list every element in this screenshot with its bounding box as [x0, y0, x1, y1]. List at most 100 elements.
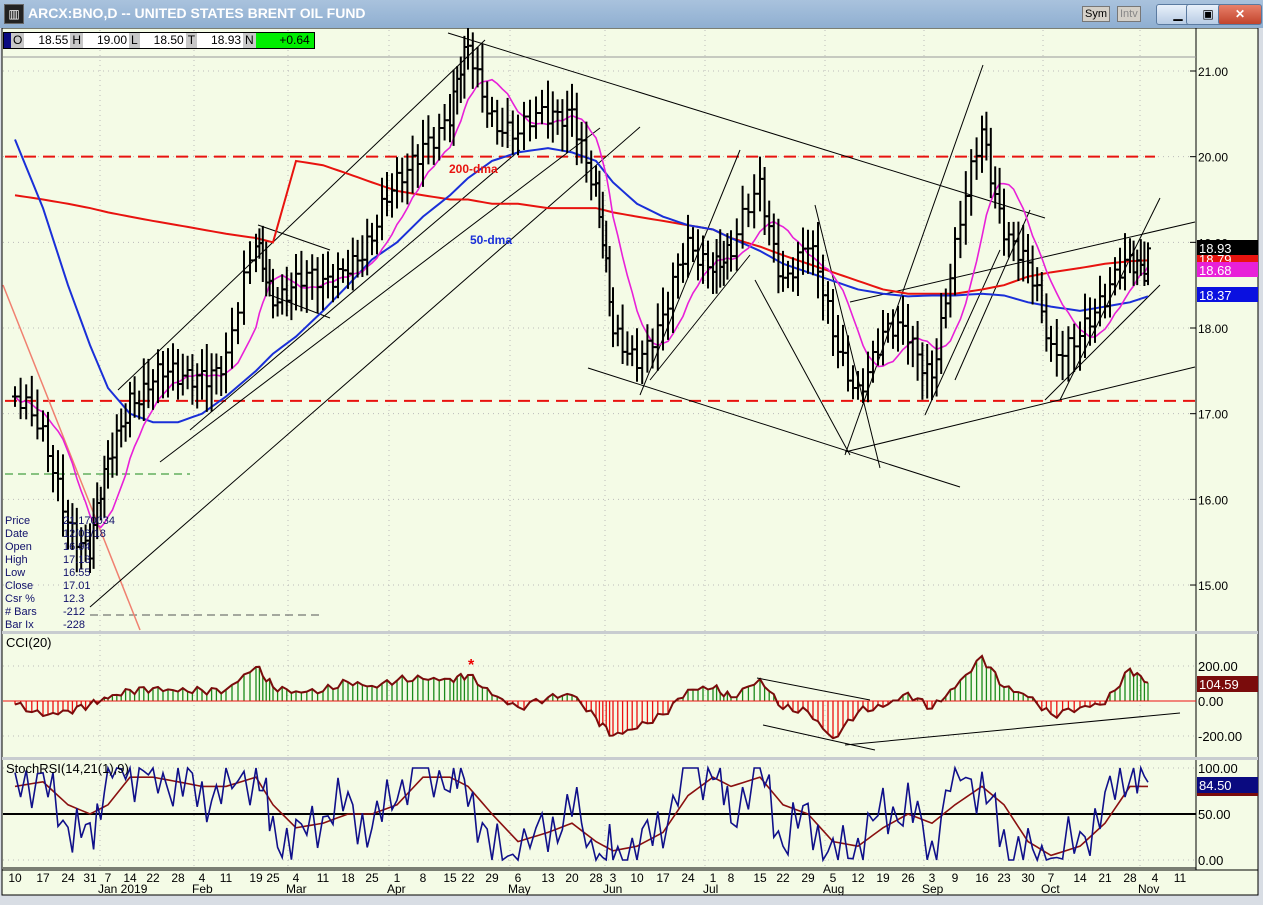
month-label: Aug: [823, 882, 844, 896]
x-tick-label: 29: [485, 871, 499, 885]
price-tick-label: 16.00: [1198, 493, 1228, 507]
x-tick-label: 25: [365, 871, 379, 885]
info-value: -212: [63, 606, 85, 618]
month-label: Feb: [192, 882, 213, 896]
cci-title: CCI(20): [6, 635, 52, 650]
stoch-tick-label: 100.00: [1198, 761, 1238, 776]
cci-tick-label: 0.00: [1198, 694, 1223, 709]
panel-divider: [2, 757, 1258, 760]
x-tick-label: 19: [876, 871, 890, 885]
stoch-tick-label: 0.00: [1198, 853, 1223, 868]
info-value: 17.13: [63, 554, 91, 566]
x-tick-label: 30: [1021, 871, 1035, 885]
price-tick-label: 18.00: [1198, 322, 1228, 336]
info-label: Bar Ix: [5, 619, 34, 631]
x-tick-label: 21: [1098, 871, 1112, 885]
x-tick-label: 24: [61, 871, 75, 885]
x-tick-label: 22: [461, 871, 475, 885]
info-label: Csr %: [5, 593, 35, 605]
x-tick-label: 19: [249, 871, 263, 885]
low-label: L: [129, 33, 140, 48]
x-tick-label: 17: [36, 871, 50, 885]
price-tick-label: 17.00: [1198, 408, 1228, 422]
ma50-value: 18.37: [1199, 288, 1232, 303]
info-label: Low: [5, 567, 25, 579]
close-button[interactable]: ✕: [1218, 4, 1262, 25]
intv-toggle[interactable]: Intv: [1117, 6, 1141, 22]
title-bar: ▥ ARCX:BNO,D -- UNITED STATES BRENT OIL …: [0, 0, 1263, 28]
net-label: N: [243, 33, 256, 48]
month-label: Sep: [922, 882, 944, 896]
x-tick-label: 16: [975, 871, 989, 885]
x-tick-label: 31: [83, 871, 97, 885]
ma200-label: 200-dma: [449, 162, 498, 176]
info-value: 21.170034: [63, 515, 115, 527]
month-label: Mar: [286, 882, 307, 896]
x-tick-label: 15: [753, 871, 767, 885]
x-tick-label: 28: [1123, 871, 1137, 885]
month-label: Jan 2019: [98, 882, 148, 896]
sym-toggle[interactable]: Sym: [1082, 6, 1110, 22]
ma50-label: 50-dma: [470, 233, 512, 247]
cci-value: 104.59: [1199, 677, 1239, 692]
month-label: Nov: [1138, 882, 1159, 896]
panel-divider: [2, 631, 1258, 634]
cci-star-marker: *: [468, 657, 475, 674]
x-tick-label: 14: [1073, 871, 1087, 885]
month-label: Jul: [703, 882, 718, 896]
ma10-value: 18.68: [1199, 263, 1232, 278]
stoch-value: 84.50: [1199, 778, 1232, 793]
x-tick-label: 8: [420, 871, 427, 885]
open-value: 18.55: [38, 33, 69, 47]
net-change-value: +0.64: [255, 33, 314, 48]
info-label: Close: [5, 580, 33, 592]
month-label: Oct: [1041, 882, 1060, 896]
info-value: 16.94: [63, 541, 91, 553]
x-tick-label: 15: [443, 871, 457, 885]
high-label: H: [70, 33, 84, 48]
x-tick-label: 22: [146, 871, 160, 885]
price-tick-label: 20.00: [1198, 151, 1228, 165]
x-tick-label: 22: [776, 871, 790, 885]
cci-tick-label: 200.00: [1198, 659, 1238, 674]
stoch-slow-badge: [1197, 793, 1258, 796]
info-value: -228: [63, 619, 85, 631]
x-tick-label: 11: [317, 871, 330, 885]
x-tick-label: 17: [656, 871, 670, 885]
month-label: Jun: [603, 882, 622, 896]
info-value: 12/06/18: [63, 528, 106, 540]
last-price-value: 18.93: [1199, 241, 1232, 256]
info-label: High: [5, 554, 28, 566]
info-label: Open: [5, 541, 32, 553]
stoch-title: StochRSI(14,21(1),9): [6, 761, 129, 776]
x-tick-label: 28: [171, 871, 185, 885]
price-tick-label: 15.00: [1198, 579, 1228, 593]
info-label: Price: [5, 515, 30, 527]
month-label: Apr: [387, 882, 406, 896]
price-tick-label: 21.00: [1198, 65, 1228, 79]
info-value: 12.3: [63, 593, 84, 605]
x-tick-label: 9: [952, 871, 959, 885]
low-value: 18.50: [153, 33, 184, 47]
x-tick-label: 20: [565, 871, 579, 885]
info-value: 16.55: [63, 567, 91, 579]
x-tick-label: 28: [589, 871, 603, 885]
x-tick-label: 24: [681, 871, 695, 885]
price-chart[interactable]: 200-dma 50-dma 21.00 20.00 19.00 18.00 17.00 16…: [0, 28, 1263, 905]
ohlc-bar: O 18.55 H 19.00 L 18.50 T 18.93 N +0.64: [3, 32, 315, 49]
chart-background: [1, 28, 1259, 871]
x-tick-label: 12: [851, 871, 865, 885]
x-tick-label: 11: [220, 871, 233, 885]
x-tick-label: 13: [541, 871, 555, 885]
window-title: ARCX:BNO,D -- UNITED STATES BRENT OIL FU…: [28, 5, 366, 21]
info-label: # Bars: [5, 606, 37, 618]
month-label: May: [508, 882, 531, 896]
last-label: T: [185, 33, 198, 48]
info-label: Date: [5, 528, 28, 540]
app-icon: ▥: [4, 4, 24, 24]
info-value: 17.01: [63, 580, 91, 592]
series-color-swatch: [4, 33, 11, 48]
x-tick-label: 29: [801, 871, 815, 885]
x-tick-label: 25: [266, 871, 280, 885]
x-tick-label: 8: [728, 871, 735, 885]
